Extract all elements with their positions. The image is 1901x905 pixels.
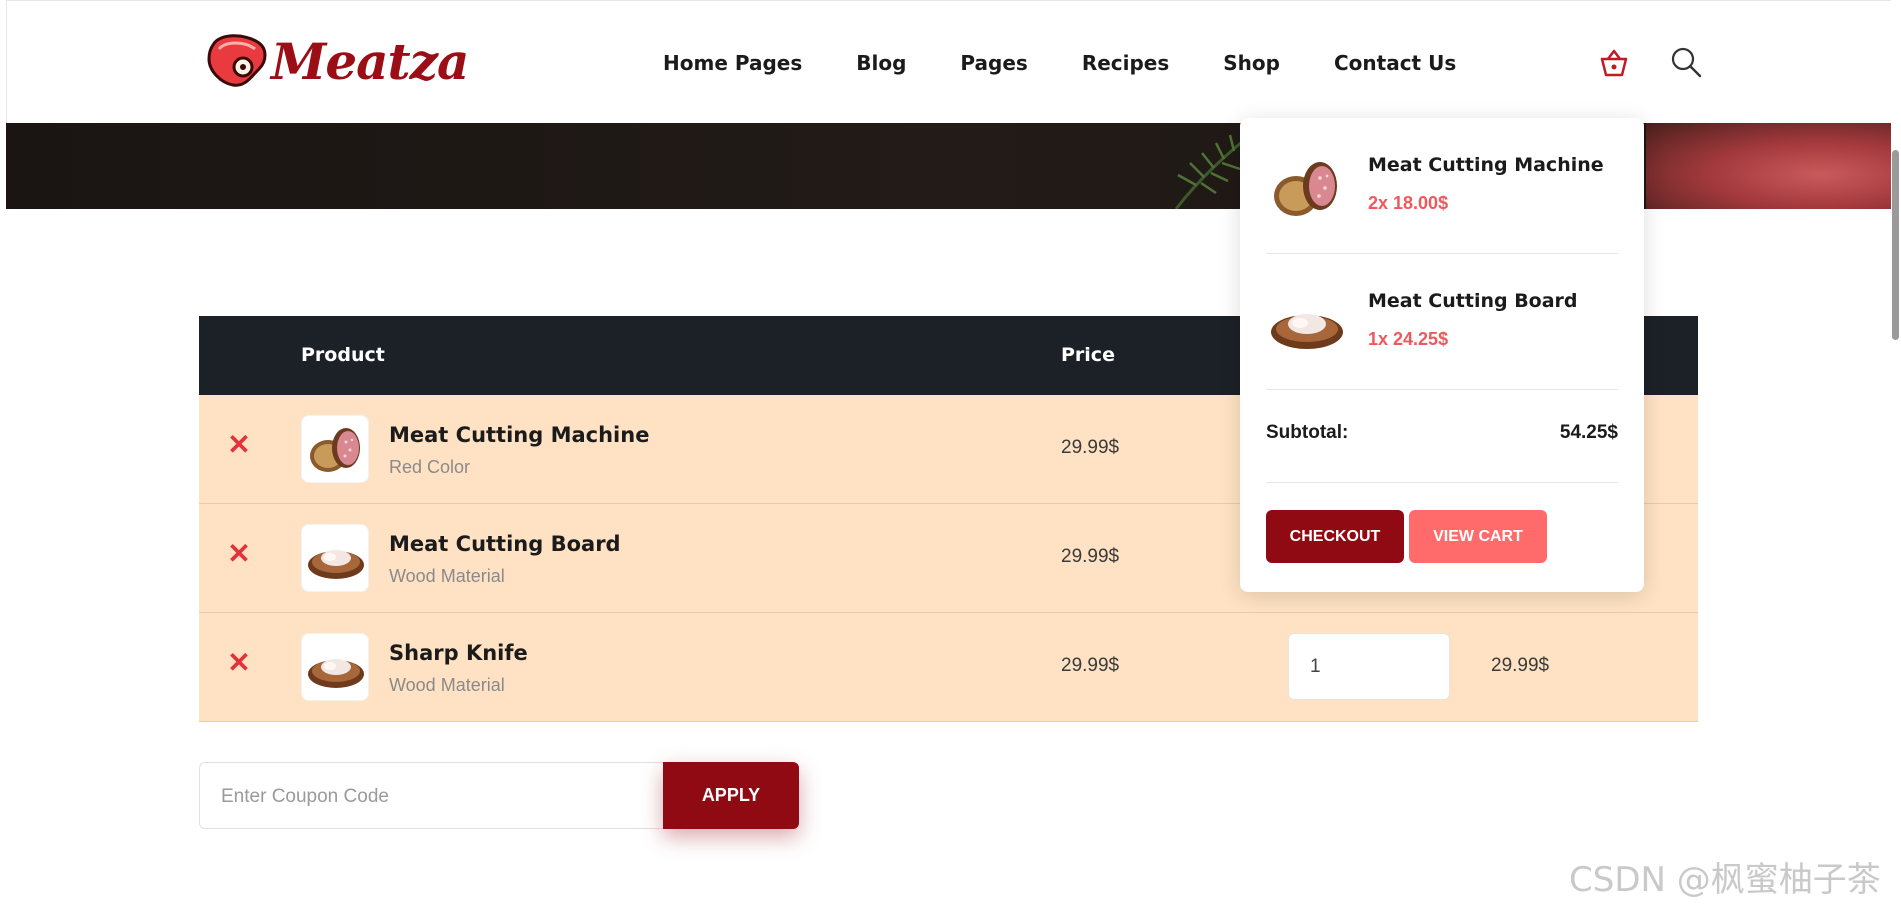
coupon-form: Enter Coupon Code APPLY <box>199 762 799 829</box>
nav-shop[interactable]: Shop <box>1223 51 1280 75</box>
meat-board-image <box>308 659 364 688</box>
scrollbar-thumb[interactable] <box>1892 150 1899 340</box>
nav-home-pages[interactable]: Home Pages <box>663 51 802 75</box>
search-icon <box>1671 47 1702 78</box>
divider <box>1266 482 1618 483</box>
column-header-product: Product <box>301 344 385 366</box>
remove-item-icon[interactable]: ✕ <box>227 431 251 459</box>
view-cart-button[interactable]: VIEW CART <box>1409 510 1547 563</box>
checkout-button[interactable]: CHECKOUT <box>1266 510 1404 563</box>
site-header: Meatza Home Pages Blog Pages Recipes Sho… <box>6 0 1891 123</box>
steak-logo-icon <box>207 34 267 87</box>
product-price: 29.99$ <box>1061 437 1120 458</box>
product-name[interactable]: Meat Cutting Board <box>389 532 621 556</box>
product-name[interactable]: Sharp Knife <box>389 641 528 665</box>
logo[interactable]: Meatza <box>205 31 469 91</box>
nav-recipes[interactable]: Recipes <box>1082 51 1169 75</box>
product-thumbnail[interactable] <box>301 415 369 483</box>
remove-item-icon[interactable]: ✕ <box>227 649 251 677</box>
mini-cart-dropdown: Meat Cutting Machine 2x 18.00$ Meat Cutt… <box>1240 118 1644 592</box>
brand-name: Meatza <box>271 31 469 91</box>
product-thumbnail[interactable] <box>301 524 369 592</box>
salami-image <box>310 428 360 472</box>
subtotal-label: Subtotal: <box>1266 422 1349 443</box>
mini-cart-item-price: 1x 24.25$ <box>1368 329 1449 349</box>
product-variant: Wood Material <box>389 566 505 586</box>
product-variant: Wood Material <box>389 675 505 695</box>
divider <box>1266 253 1618 254</box>
main-nav: Home Pages Blog Pages Recipes Shop Conta… <box>663 51 1456 75</box>
meat-board-image[interactable] <box>1266 284 1348 364</box>
search-button[interactable] <box>1668 45 1704 81</box>
mini-cart-item-price: 2x 18.00$ <box>1368 193 1449 213</box>
remove-item-icon[interactable]: ✕ <box>227 540 251 568</box>
table-row: ✕ Sharp Knife Wood Material 29.99$ 1 29.… <box>199 613 1698 722</box>
apply-coupon-button[interactable]: APPLY <box>663 762 799 829</box>
mini-cart-item-name[interactable]: Meat Cutting Machine <box>1368 154 1604 176</box>
quantity-input[interactable]: 1 <box>1288 633 1450 700</box>
salami-image[interactable] <box>1266 148 1348 228</box>
mini-cart-item-name[interactable]: Meat Cutting Board <box>1368 290 1578 312</box>
product-price: 29.99$ <box>1061 655 1120 676</box>
product-thumbnail[interactable] <box>301 633 369 701</box>
meat-decoration <box>1646 123 1891 209</box>
watermark: CSDN @枫蜜柚子茶 <box>1569 860 1881 900</box>
subtotal-value: 54.25$ <box>1559 422 1618 443</box>
cart-button[interactable] <box>1596 45 1632 81</box>
nav-blog[interactable]: Blog <box>856 51 906 75</box>
subtotal-row: Subtotal: 54.25$ <box>1266 422 1618 444</box>
column-header-price: Price <box>1061 344 1115 366</box>
meat-board-image <box>308 550 364 579</box>
product-price: 29.99$ <box>1061 546 1120 567</box>
page: Meatza Home Pages Blog Pages Recipes Sho… <box>0 0 1901 905</box>
divider <box>1266 389 1618 390</box>
nav-pages[interactable]: Pages <box>960 51 1027 75</box>
product-variant: Red Color <box>389 457 471 477</box>
nav-contact-us[interactable]: Contact Us <box>1334 51 1456 75</box>
product-total: 29.99$ <box>1491 655 1550 676</box>
product-name[interactable]: Meat Cutting Machine <box>389 423 649 447</box>
coupon-input[interactable]: Enter Coupon Code <box>199 762 664 829</box>
basket-icon <box>1600 49 1628 77</box>
